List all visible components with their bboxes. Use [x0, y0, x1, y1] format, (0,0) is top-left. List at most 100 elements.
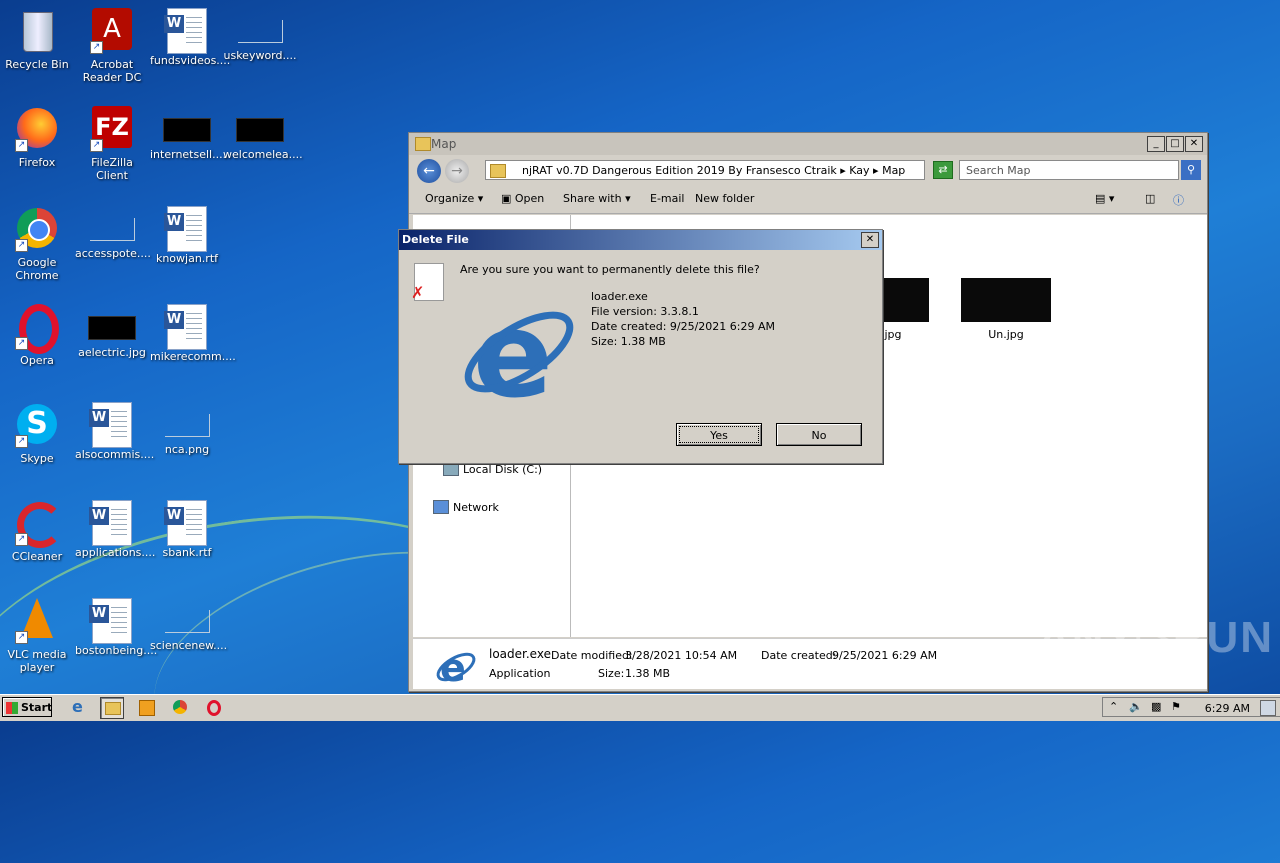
- desktop-icon-google-chrome[interactable]: ↗ Google Chrome: [0, 198, 74, 282]
- network-icon: [433, 500, 449, 514]
- close-button[interactable]: ✕: [861, 232, 879, 248]
- action-center-flag-icon[interactable]: ⚑: [1171, 700, 1181, 713]
- file-name: Un.jpg: [988, 328, 1024, 341]
- file-size: Size: 1.38 MB: [591, 335, 666, 348]
- help-icon[interactable]: ⓘ: [1173, 192, 1184, 208]
- address-row: ← → njRAT v0.7D Dangerous Edition 2019 B…: [409, 155, 1207, 185]
- back-button[interactable]: ←: [417, 159, 441, 183]
- word-document-icon: W: [164, 500, 207, 546]
- folder-icon: [415, 137, 431, 151]
- word-document-icon: W: [89, 402, 132, 448]
- desktop-icon-firefox[interactable]: ↗ Firefox: [0, 98, 74, 169]
- yes-button[interactable]: Yes: [676, 423, 762, 446]
- view-options-icon[interactable]: ▤ ▾: [1095, 192, 1114, 205]
- chrome-taskbar-icon[interactable]: [170, 697, 192, 717]
- explorer-titlebar[interactable]: Map _ □ ✕: [409, 133, 1207, 155]
- organize-button[interactable]: Organize ▾: [425, 192, 483, 205]
- dialog-question: Are you sure you want to permanently del…: [460, 263, 760, 276]
- preview-pane-icon[interactable]: ◫: [1145, 192, 1155, 205]
- desktop-icon-file[interactable]: W alsocommis....: [75, 394, 154, 461]
- opera-icon: ↗: [13, 302, 61, 354]
- desktop-icon-file[interactable]: accesspote....: [75, 198, 151, 260]
- system-tray: ⌃ 🔈 ▩ ⚑ 6:29 AM: [1102, 697, 1280, 717]
- desktop-icon-file[interactable]: welcomelea....: [223, 98, 303, 161]
- watermark: ANY▷RUN: [1038, 613, 1275, 662]
- nav-local-disk[interactable]: Local Disk (C:): [443, 462, 542, 476]
- close-button[interactable]: ✕: [1185, 136, 1203, 152]
- firefox-icon: ↗: [13, 104, 61, 152]
- word-document-icon: W: [89, 500, 132, 546]
- desktop-icon-opera[interactable]: ↗ Opera: [0, 296, 74, 367]
- media-player-taskbar-icon[interactable]: [136, 697, 158, 717]
- show-hidden-icons-icon[interactable]: ⌃: [1109, 700, 1118, 713]
- ie-taskbar-icon[interactable]: e: [68, 697, 90, 717]
- ie-icon: e: [436, 646, 476, 687]
- file-thumbnail-icon: [237, 20, 283, 43]
- file-thumbnail[interactable]: [883, 278, 929, 322]
- opera-taskbar-icon[interactable]: [204, 697, 226, 717]
- email-button[interactable]: E-mail: [650, 192, 685, 205]
- desktop-icon-file[interactable]: sciencenew....: [150, 590, 227, 652]
- desktop-icon-file[interactable]: W sbank.rtf: [150, 492, 224, 559]
- share-with-button[interactable]: Share with ▾: [563, 192, 631, 205]
- recycle-bin-icon: [13, 6, 61, 54]
- delete-file-icon: ✗: [411, 263, 444, 302]
- search-icon[interactable]: ⚲: [1181, 160, 1201, 180]
- desktop-icon-file[interactable]: nca.png: [150, 394, 224, 456]
- delete-file-dialog: Delete File ✕ ✗ Are you sure you want to…: [398, 229, 883, 464]
- new-folder-button[interactable]: New folder: [695, 192, 754, 205]
- details-file-type: Application: [489, 667, 551, 680]
- desktop-icon-file[interactable]: uskeyword....: [223, 0, 297, 62]
- desktop-icon-filezilla[interactable]: FZ ↗ FileZilla Client: [75, 98, 149, 182]
- file-date-created: Date created: 9/25/2021 6:29 AM: [591, 320, 776, 333]
- image-thumbnail-icon: [236, 118, 284, 142]
- details-modified-label: Date modified:: [551, 649, 633, 662]
- skype-icon: S ↗: [13, 400, 61, 448]
- desktop-icon-file[interactable]: aelectric.jpg: [75, 296, 149, 359]
- desktop-icon-file[interactable]: W fundsvideos....: [150, 0, 230, 67]
- clock[interactable]: 6:29 AM: [1205, 702, 1250, 715]
- show-desktop-icon[interactable]: [1260, 700, 1276, 716]
- refresh-icon[interactable]: ⇄: [933, 161, 953, 179]
- search-input[interactable]: Search Map: [959, 160, 1179, 180]
- filezilla-icon: FZ ↗: [88, 104, 136, 152]
- vlc-cone-icon: ↗: [13, 596, 61, 644]
- desktop-icon-file[interactable]: W bostonbeing....: [75, 590, 157, 657]
- network-icon[interactable]: ▩: [1151, 700, 1161, 713]
- window-title: Map: [431, 137, 457, 151]
- desktop-icon-file[interactable]: W mikerecomm....: [150, 296, 236, 363]
- open-button[interactable]: ▣ Open: [501, 192, 544, 205]
- file-thumbnail[interactable]: [961, 278, 1051, 322]
- start-button[interactable]: Start: [2, 697, 52, 717]
- desktop-icon-recycle-bin[interactable]: Recycle Bin: [0, 0, 74, 71]
- word-document-icon: W: [164, 8, 207, 54]
- minimize-button[interactable]: _: [1147, 136, 1165, 152]
- file-thumbnail-icon: [164, 414, 210, 437]
- desktop-icon-acrobat[interactable]: A ↗ Acrobat Reader DC: [75, 0, 149, 84]
- file-thumbnail-icon: [89, 218, 135, 241]
- volume-icon[interactable]: 🔈: [1129, 700, 1143, 713]
- nav-network[interactable]: Network: [433, 500, 499, 514]
- desktop-icon-ccleaner[interactable]: ↗ CCleaner: [0, 492, 74, 563]
- desktop-icon-vlc[interactable]: ↗ VLC media player: [0, 590, 74, 674]
- desktop-icon-skype[interactable]: S ↗ Skype: [0, 394, 74, 465]
- image-thumbnail-icon: [88, 316, 136, 340]
- explorer-taskbar-icon[interactable]: [100, 697, 124, 719]
- details-modified-value: 3/28/2021 10:54 AM: [625, 649, 738, 662]
- details-size-value: 1.38 MB: [625, 667, 671, 680]
- windows-flag-icon: [6, 702, 18, 714]
- no-button[interactable]: No: [776, 423, 862, 446]
- desktop-icon-file[interactable]: W applications....: [75, 492, 155, 559]
- word-document-icon: W: [164, 304, 207, 350]
- dialog-titlebar[interactable]: Delete File ✕: [399, 230, 882, 250]
- desktop-icon-file[interactable]: internetsell....: [150, 98, 226, 161]
- file-name: loader.exe: [591, 290, 648, 303]
- dialog-title: Delete File: [402, 233, 469, 246]
- details-size-label: Size:: [598, 667, 625, 680]
- address-bar[interactable]: njRAT v0.7D Dangerous Edition 2019 By Fr…: [485, 160, 925, 180]
- desktop-icon-file[interactable]: W knowjan.rtf: [150, 198, 224, 265]
- search-placeholder: Search Map: [966, 164, 1031, 177]
- forward-button[interactable]: →: [445, 159, 469, 183]
- file-info: loader.exe File version: 3.3.8.1 Date cr…: [591, 289, 775, 349]
- maximize-button[interactable]: □: [1166, 136, 1184, 152]
